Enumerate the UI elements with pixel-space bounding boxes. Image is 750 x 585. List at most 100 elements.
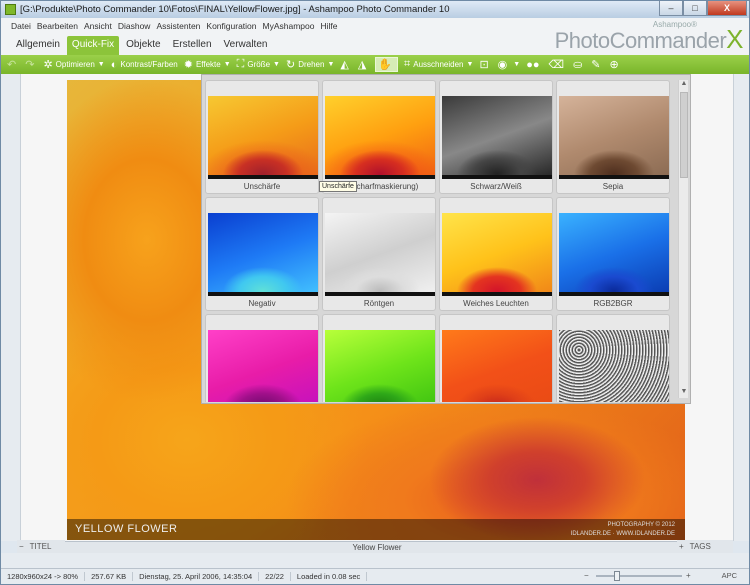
straighten-button[interactable]: ⊡ <box>479 58 491 71</box>
resize-button[interactable]: ⛶ Größe ▼ <box>237 58 280 71</box>
minimize-button[interactable]: – <box>659 1 683 16</box>
effects-button[interactable]: ✹ Effekte ▼ <box>184 58 231 71</box>
effect-tile[interactable]: (Unscharfmaskierung) <box>322 80 436 194</box>
add-button[interactable]: ⊕ <box>610 58 622 71</box>
info-bar: Yellow Flower <box>21 541 733 553</box>
scroll-up-icon[interactable]: ▲ <box>679 80 689 90</box>
brand-name: PhotoCommander <box>554 28 727 53</box>
effect-tile[interactable]: Weiches Leuchten <box>439 197 553 311</box>
effect-preview <box>559 330 669 402</box>
tab-verwalten[interactable]: Verwalten <box>219 36 273 55</box>
effect-preview <box>442 330 552 402</box>
effect-tile[interactable] <box>322 314 436 402</box>
tab-objekte[interactable]: Objekte <box>121 36 165 55</box>
effect-tile[interactable]: Negativ <box>205 197 319 311</box>
filmstrip-collapsed[interactable] <box>1 553 749 568</box>
app-window: [G:\Produkte\Photo Commander 10\Fotos\FI… <box>0 0 750 585</box>
image-title[interactable]: Yellow Flower <box>21 543 733 552</box>
effect-preview <box>208 96 318 179</box>
effect-label: RGB2BGR <box>593 299 633 308</box>
left-panel-strip[interactable] <box>1 74 21 541</box>
effect-label: Röntgen <box>363 299 395 308</box>
photo-title: YELLOW FLOWER <box>75 523 178 535</box>
brand-ashampoo: Ashampoo® <box>652 20 697 29</box>
effect-tile[interactable]: Röntgen <box>322 197 436 311</box>
menu-diashow[interactable]: Diashow <box>118 21 151 31</box>
title-toggle[interactable]: − TITEL <box>17 540 65 553</box>
tab-erstellen[interactable]: Erstellen <box>168 36 217 55</box>
zoom-out-icon[interactable]: − <box>584 571 589 580</box>
status-position: 22/22 <box>259 572 291 581</box>
hand-tool-button[interactable]: ✋ <box>375 57 399 72</box>
menu-ansicht[interactable]: Ansicht <box>84 21 112 31</box>
flip-horizontal-button[interactable]: ◭ <box>340 58 351 71</box>
effect-preview <box>208 213 318 296</box>
brand-x: X <box>726 24 743 54</box>
effect-tile[interactable]: Unschärfe <box>205 80 319 194</box>
zoom-slider[interactable]: − + <box>584 571 694 581</box>
effect-tile[interactable] <box>556 314 670 402</box>
rotate-button[interactable]: ↻ Drehen ▼ <box>286 58 334 71</box>
spot-button[interactable]: ●● <box>526 59 542 71</box>
quick-fix-toolbar: ↶ ↷ ✲ Optimieren ▼ ◐ Kontrast/Farben ✹ Effek… <box>1 55 749 74</box>
tab-quick-fix[interactable]: Quick-Fix <box>66 36 120 55</box>
dropdown-arrow-icon: ▼ <box>466 61 474 68</box>
effect-preview <box>325 330 435 402</box>
optimize-button[interactable]: ✲ Optimieren ▼ <box>43 58 104 71</box>
zoom-in-icon[interactable]: + <box>686 571 691 580</box>
menu-bearbeiten[interactable]: Bearbeiten <box>37 21 78 31</box>
red-eye-button[interactable]: ◉ ▼ <box>498 58 521 71</box>
minus-icon: − <box>19 542 24 551</box>
scroll-thumb[interactable] <box>680 92 688 178</box>
menu-assistenten[interactable]: Assistenten <box>156 21 200 31</box>
flip-vertical-icon: ◮ <box>357 59 367 71</box>
dropdown-arrow-icon: ▼ <box>223 61 231 68</box>
effect-tile[interactable]: Schwarz/Weiß <box>439 80 553 194</box>
effect-tile[interactable]: RGB2BGR <box>556 197 670 311</box>
plus-icon: + <box>679 542 684 551</box>
redo-button[interactable]: ↷ <box>25 58 37 71</box>
undo-button[interactable]: ↶ <box>7 58 19 71</box>
status-filesize: 257.67 KB <box>85 572 134 581</box>
zoom-knob[interactable] <box>614 571 620 581</box>
tab-allgemein[interactable]: Allgemein <box>11 36 65 55</box>
crop-button[interactable]: ⌗ Ausschneiden ▼ <box>404 58 473 71</box>
contrast-button[interactable]: ◐ Kontrast/Farben <box>111 59 178 71</box>
status-loaded: Loaded in 0.08 sec <box>291 572 368 581</box>
effect-label: Weiches Leuchten <box>463 299 529 308</box>
effect-preview <box>559 96 669 179</box>
effect-preview <box>442 213 552 296</box>
app-icon[interactable] <box>5 4 16 15</box>
pencil-button[interactable]: ✎ <box>591 58 603 71</box>
menu-hilfe[interactable]: Hilfe <box>320 21 337 31</box>
eraser-button[interactable]: ⌫ <box>549 58 568 71</box>
scroll-down-icon[interactable]: ▼ <box>679 388 689 398</box>
photo-caption: YELLOW FLOWER PHOTOGRAPHY © 2012 IDLANDE… <box>67 519 685 540</box>
straighten-icon: ⊡ <box>479 59 489 71</box>
hand-icon: ✋ <box>378 59 393 71</box>
effect-tile[interactable] <box>205 314 319 402</box>
panel-scrollbar[interactable]: ▲ ▼ <box>678 80 688 398</box>
tooltip: Unschärfe <box>319 181 357 192</box>
fill-button[interactable]: ⛀ <box>573 58 585 71</box>
effects-dropdown-panel: Unschärfe (Unscharfmaskierung) Schwarz/Wei… <box>201 74 691 404</box>
close-button[interactable]: X <box>707 1 747 16</box>
flip-vertical-button[interactable]: ◮ <box>358 58 369 71</box>
effect-tile[interactable]: Sepia <box>556 80 670 194</box>
undo-icon: ↶ <box>7 59 17 71</box>
maximize-button[interactable]: □ <box>683 1 707 16</box>
effects-grid: Unschärfe (Unscharfmaskierung) Schwarz/Wei… <box>205 80 677 402</box>
pencil-icon: ✎ <box>591 59 601 71</box>
crop-icon: ⌗ <box>404 58 411 70</box>
menu-myashampoo[interactable]: MyAshampoo <box>263 21 315 31</box>
rotate-icon: ↻ <box>285 59 296 71</box>
dropdown-arrow-icon: ▼ <box>97 61 105 68</box>
menu-datei[interactable]: Datei <box>11 21 31 31</box>
effect-label: Unschärfe <box>243 182 281 191</box>
menu-konfiguration[interactable]: Konfiguration <box>206 21 256 31</box>
title-bar: [G:\Produkte\Photo Commander 10\Fotos\FI… <box>1 1 749 18</box>
right-panel-strip[interactable] <box>733 74 749 541</box>
effect-tile[interactable] <box>439 314 553 402</box>
contrast-icon: ◐ <box>110 58 118 71</box>
tags-toggle[interactable]: + TAGS <box>677 540 733 553</box>
